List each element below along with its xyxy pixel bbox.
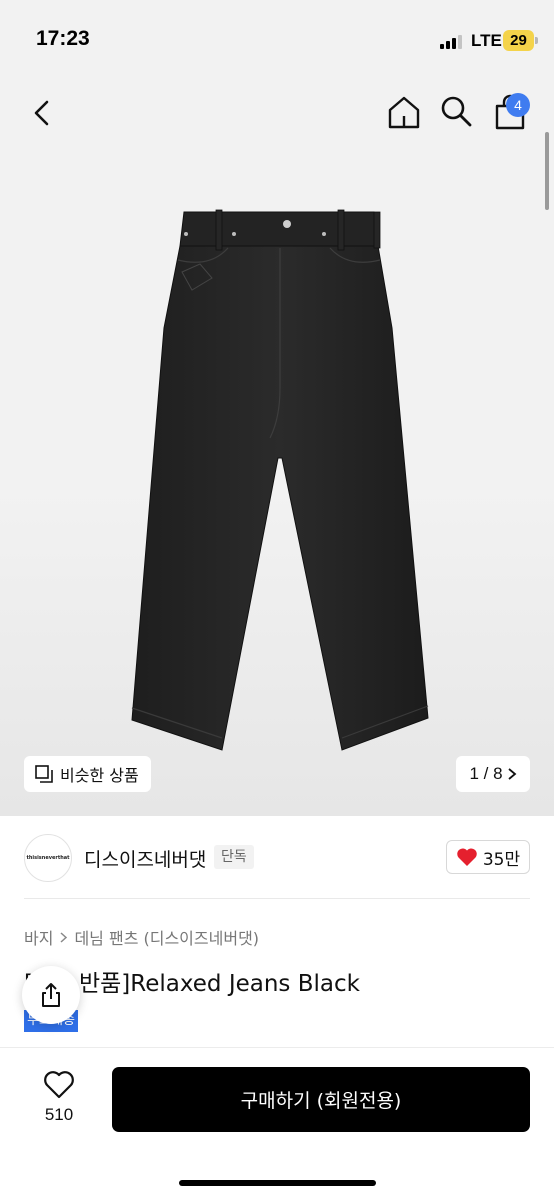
stack-icon — [35, 765, 53, 783]
buy-button[interactable]: 구매하기 (회원전용) — [112, 1067, 530, 1132]
similar-products-label: 비슷한 상품 — [60, 766, 139, 785]
home-icon[interactable] — [386, 94, 422, 130]
brand-like-count: 35만 — [482, 849, 521, 870]
product-image[interactable] — [130, 208, 430, 754]
product-title-text: 반품]Relaxed Jeans Black — [78, 971, 360, 997]
breadcrumb-item[interactable]: 바지 — [24, 925, 53, 949]
product-gallery[interactable]: 4 비슷한 상품 1 / 8 — [0, 80, 554, 816]
scroll-indicator — [545, 132, 549, 210]
exclusive-tag: 단독 — [214, 845, 254, 869]
wish-count: 510 — [44, 1105, 74, 1124]
status-time: 17:23 — [36, 27, 90, 50]
home-indicator — [179, 1180, 376, 1186]
gallery-page-button[interactable]: 1 / 8 — [456, 756, 530, 792]
chevron-right-icon — [507, 768, 516, 780]
brand-logo[interactable]: thisisneverthat — [24, 834, 72, 882]
divider — [24, 898, 530, 899]
share-button[interactable] — [22, 966, 80, 1024]
similar-products-button[interactable]: 비슷한 상품 — [24, 756, 151, 792]
search-icon[interactable] — [439, 94, 473, 128]
gallery-page-indicator: 1 / 8 — [469, 764, 503, 783]
brand-like-button[interactable]: 35만 — [446, 840, 530, 874]
bag-count-badge: 4 — [506, 93, 530, 117]
signal-icon — [440, 35, 464, 49]
status-bar: 17:23 LTE 29 — [0, 0, 554, 80]
share-icon — [42, 983, 60, 1007]
chevron-left-icon[interactable] — [26, 96, 60, 130]
brand-logo-text: thisisneverthat — [26, 855, 70, 861]
chevron-right-icon — [60, 931, 68, 943]
brand-name[interactable]: 디스이즈네버댓 — [84, 845, 206, 872]
breadcrumb: 바지 데님 팬츠 (디스이즈네버댓) — [24, 925, 259, 949]
heart-outline-icon[interactable] — [43, 1070, 75, 1100]
battery-icon: 29 — [503, 30, 534, 51]
heart-icon — [457, 848, 477, 866]
breadcrumb-item[interactable]: 데님 팬츠 (디스이즈네버댓) — [74, 925, 259, 949]
battery-tip — [535, 37, 538, 44]
network-label: LTE — [471, 31, 502, 50]
